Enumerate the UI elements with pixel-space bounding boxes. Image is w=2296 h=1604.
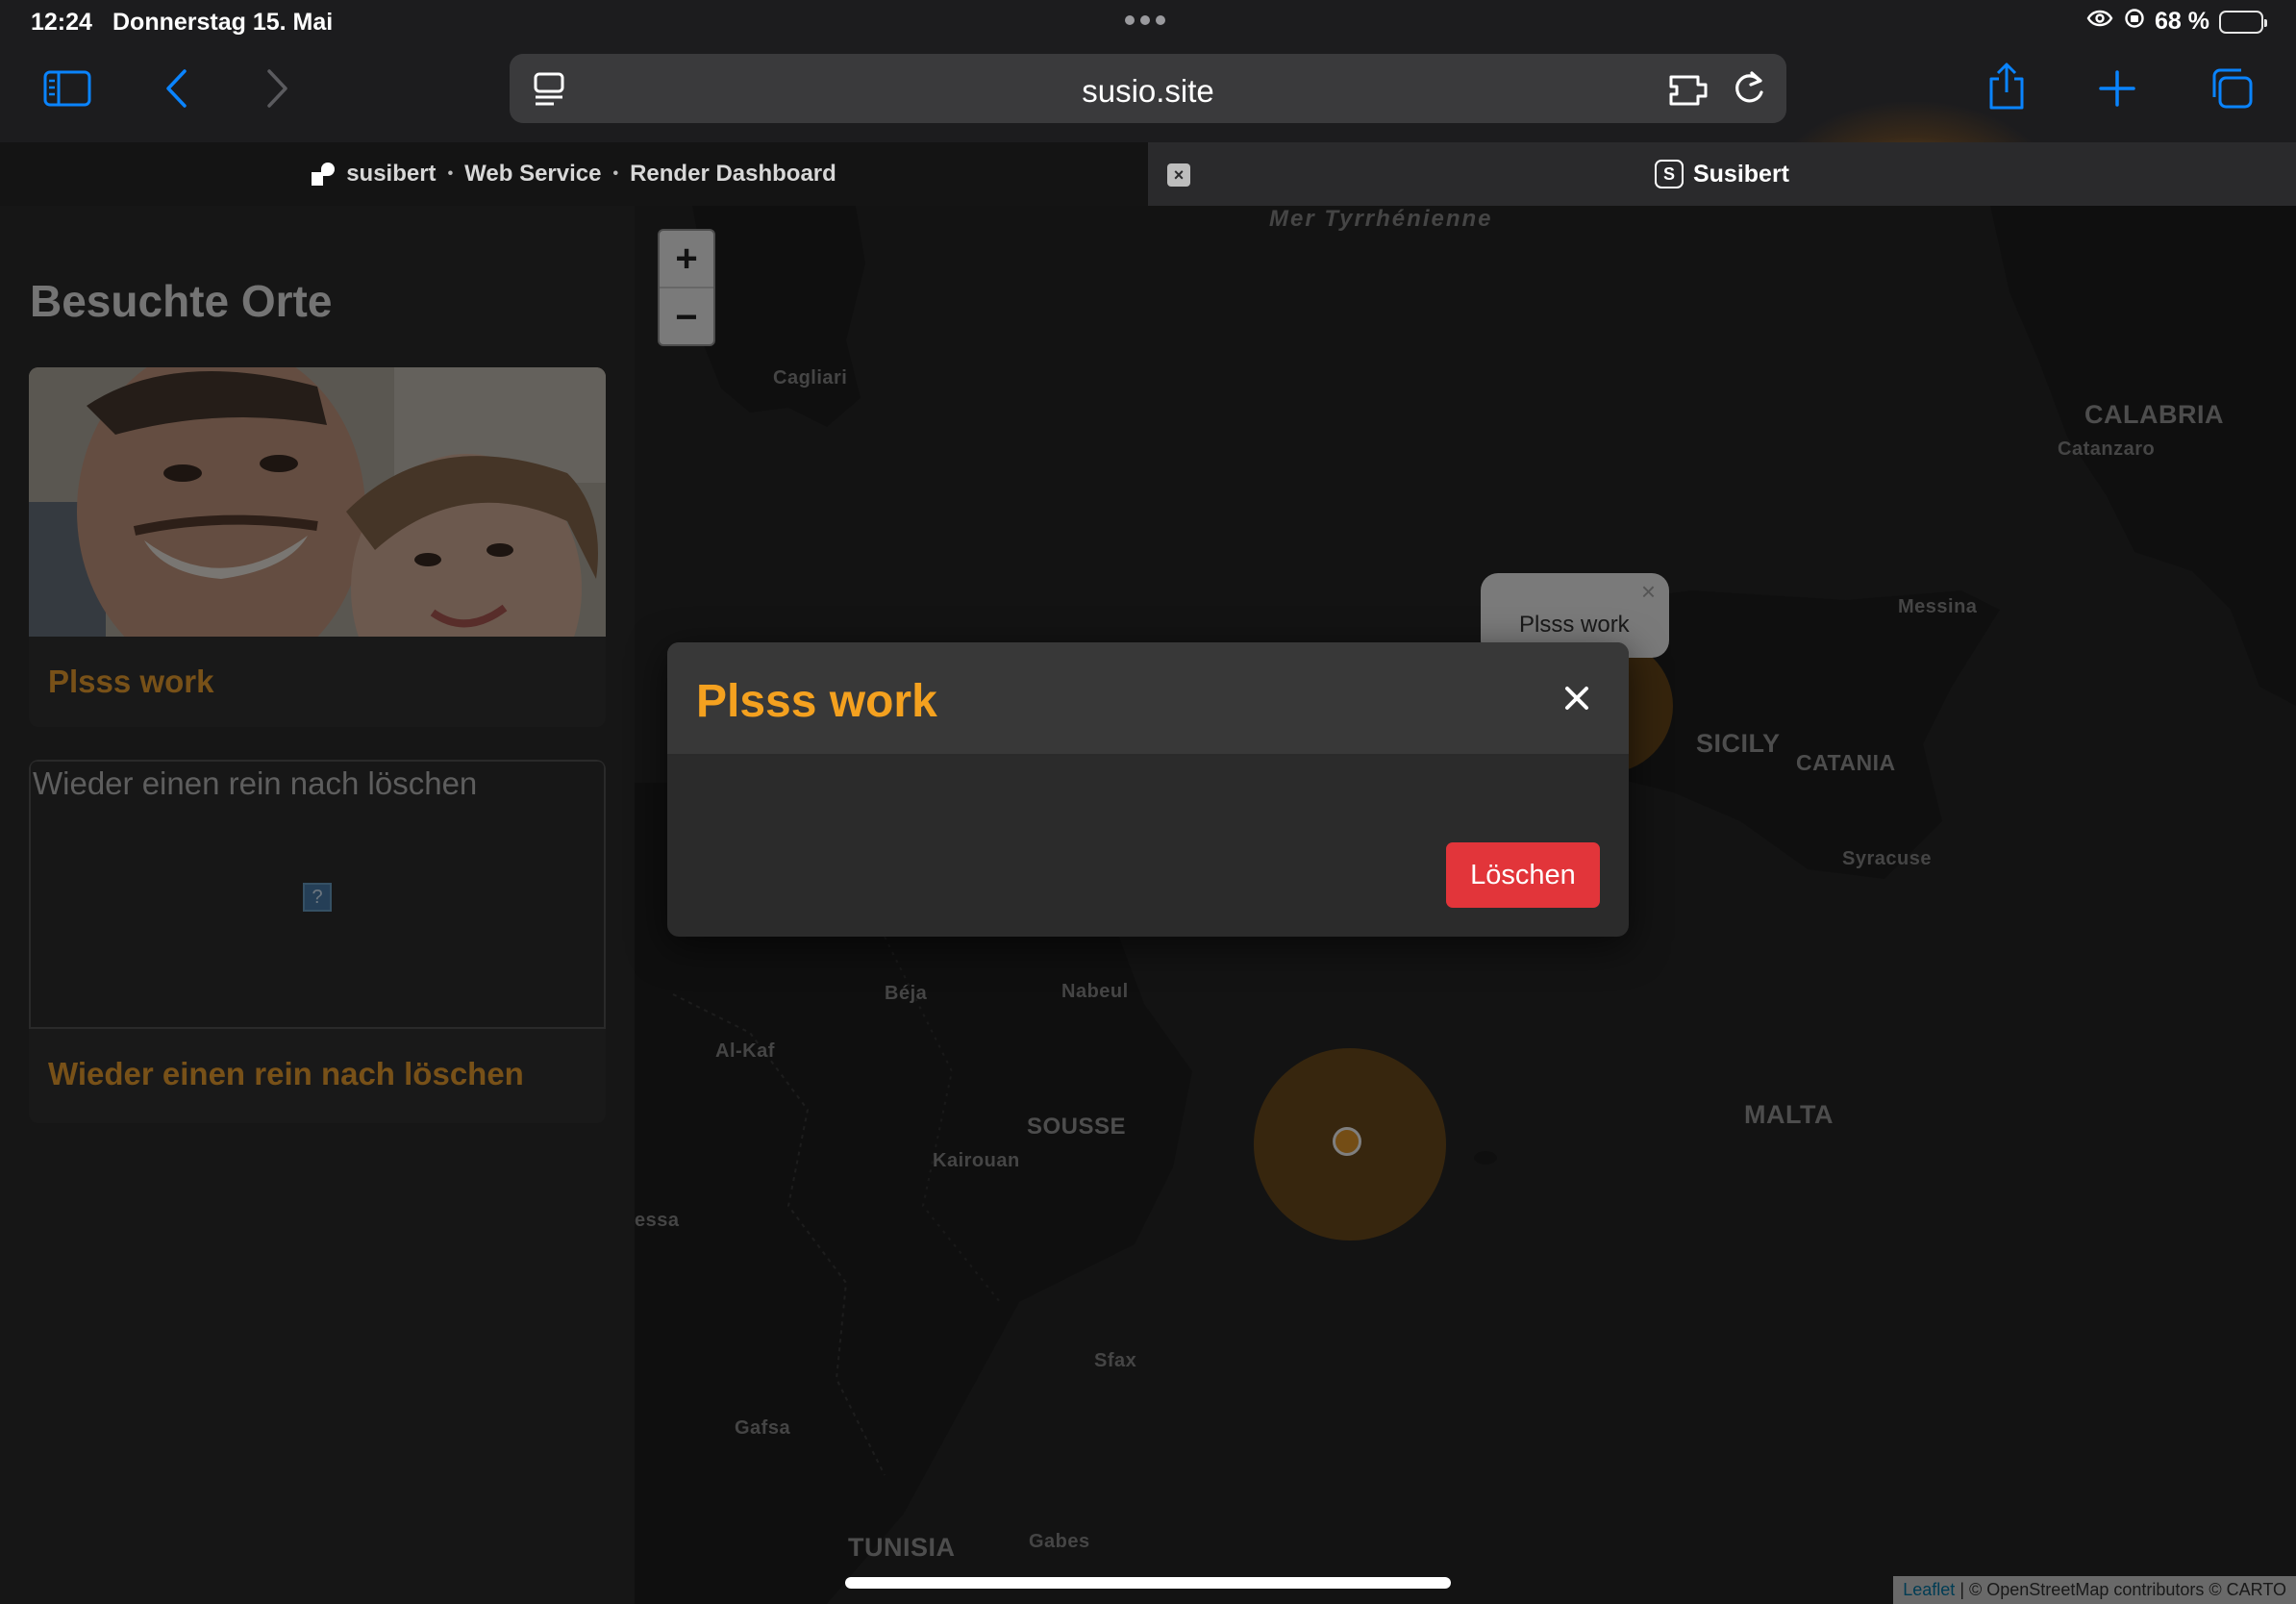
home-indicator[interactable] [845,1577,1451,1589]
browser-toolbar: susio.site [0,44,2296,294]
orientation-lock-icon [2124,8,2145,36]
site-favicon-icon: S [1654,160,1684,188]
tab-title-part: Render Dashboard [630,161,836,187]
forward-icon[interactable] [262,63,294,113]
battery-icon [2219,10,2267,34]
multitasking-dots[interactable] [1125,15,1165,25]
close-icon[interactable] [1560,681,1594,715]
battery-percent: 68 % [2155,8,2209,35]
extensions-icon[interactable] [1667,71,1710,113]
tab-bar: susibert • Web Service • Render Dashboar… [0,142,2296,206]
reload-icon[interactable] [1731,69,1767,113]
tab-title-part: susibert [346,161,437,187]
address-bar[interactable]: susio.site [510,54,1786,123]
tab-susibert[interactable]: S Susibert [1148,142,2296,206]
back-icon[interactable] [160,63,192,113]
render-logo-icon [312,163,336,186]
place-modal: Plsss work Löschen [667,642,1629,937]
delete-button[interactable]: Löschen [1446,842,1600,908]
tab-title-part: Web Service [464,161,602,187]
modal-title: Plsss work [696,676,937,727]
status-date: Donnerstag 15. Mai [112,9,334,36]
separator-dot: • [447,165,454,182]
share-icon[interactable] [1984,62,2029,112]
new-tab-icon[interactable] [2096,63,2138,113]
sidebar-toggle-icon[interactable] [42,63,92,113]
screen-mirroring-icon [2085,8,2114,36]
tabs-overview-icon[interactable] [2208,63,2256,113]
tab-title: Susibert [1692,160,1790,188]
status-time: 12:24 [31,9,92,36]
modal-header: Plsss work [667,642,1629,756]
status-bar: 12:24 Donnerstag 15. Mai 68 % [0,0,2296,44]
tab-close-icon[interactable]: × [1167,163,1190,187]
separator-dot: • [612,165,619,182]
url-text[interactable]: susio.site [510,73,1786,110]
tab-render-dashboard[interactable]: susibert • Web Service • Render Dashboar… [0,142,1148,206]
status-right: 68 % [2085,8,2267,36]
